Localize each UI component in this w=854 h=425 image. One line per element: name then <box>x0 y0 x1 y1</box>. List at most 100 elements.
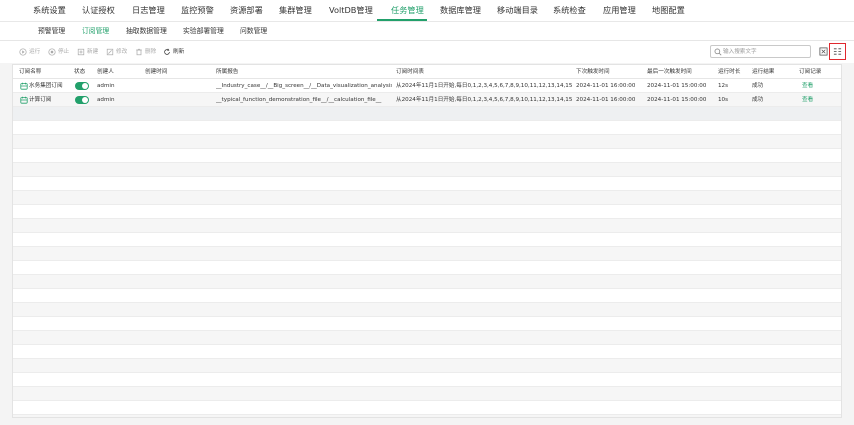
status-toggle[interactable] <box>75 82 89 90</box>
table-row[interactable]: 计算订阅 admin __typical_function_demonstrat… <box>13 93 841 107</box>
col-header-status[interactable]: 状态 <box>74 65 85 79</box>
row-last-trigger: 2024-11-01 15:00:00 <box>647 97 707 103</box>
row-record-link[interactable]: 查看 <box>802 79 813 93</box>
empty-row <box>13 233 841 247</box>
empty-row <box>13 177 841 191</box>
column-settings-icon <box>833 48 842 55</box>
refresh-icon <box>164 48 170 55</box>
refresh-button[interactable]: 刷新 <box>163 46 184 58</box>
col-header-name[interactable]: 订阅名称 <box>19 65 41 79</box>
empty-row <box>13 401 841 415</box>
edit-button[interactable]: 修改 <box>106 46 127 58</box>
top-nav-item-auth[interactable]: 认证授权 <box>82 0 115 22</box>
top-nav-item-logs[interactable]: 日志管理 <box>132 0 165 22</box>
top-nav-item-mobile[interactable]: 移动端目录 <box>497 0 538 22</box>
row-creator: admin <box>97 97 115 103</box>
row-creator: admin <box>97 83 115 89</box>
row-record-link[interactable]: 查看 <box>802 93 813 107</box>
row-last-trigger: 2024-11-01 15:00:00 <box>647 83 707 89</box>
search-icon <box>714 48 722 56</box>
subscription-icon <box>20 82 28 90</box>
empty-row <box>13 219 841 233</box>
empty-row <box>13 191 841 205</box>
delete-button[interactable]: 删除 <box>135 46 156 58</box>
empty-row <box>13 331 841 345</box>
refresh-label: 刷新 <box>173 49 185 55</box>
search-input[interactable] <box>723 46 809 57</box>
empty-row <box>13 121 841 135</box>
row-result: 成功 <box>752 83 764 89</box>
row-schedule: 从2024年11月1日开始,每日0,1,2,3,4,5,6,7,8,9,10,1… <box>396 83 572 89</box>
new-button[interactable]: 新建 <box>77 46 98 58</box>
row-next-trigger: 2024-11-01 16:00:00 <box>576 83 636 89</box>
edit-icon <box>106 48 114 56</box>
top-nav-item-database[interactable]: 数据库管理 <box>440 0 481 22</box>
top-nav-item-cluster[interactable]: 集群管理 <box>279 0 312 22</box>
empty-row <box>13 387 841 401</box>
col-header-record[interactable]: 订阅记录 <box>799 65 821 79</box>
row-report: __Industry_case__/__Big_screen__/__Data_… <box>216 83 392 89</box>
stop-icon <box>48 48 56 56</box>
top-nav-item-apps[interactable]: 应用管理 <box>603 0 636 22</box>
col-header-next-trigger[interactable]: 下次触发时间 <box>576 65 610 79</box>
sub-nav-item-subscriptions[interactable]: 订阅管理 <box>82 22 109 41</box>
top-nav-item-system-settings[interactable]: 系统设置 <box>33 0 66 22</box>
empty-row <box>13 163 841 177</box>
col-header-report[interactable]: 所属报告 <box>216 65 238 79</box>
subscription-icon <box>20 96 28 104</box>
row-name: 计算订阅 <box>29 97 52 103</box>
top-nav: 系统设置 认证授权 日志管理 监控预警 资源部署 集群管理 VoltDB管理 任… <box>0 0 854 22</box>
row-duration: 12s <box>718 83 729 89</box>
sub-nav-item-questions[interactable]: 问数管理 <box>240 22 267 41</box>
new-label: 新建 <box>87 49 99 55</box>
col-header-created[interactable]: 创建时间 <box>145 65 167 79</box>
sub-nav-item-extract[interactable]: 抽取数据管理 <box>126 22 167 41</box>
empty-row <box>13 345 841 359</box>
col-header-last-trigger[interactable]: 最后一次触发时间 <box>647 65 692 79</box>
row-report: __typical_function_demonstration_file__/… <box>216 97 382 103</box>
sub-nav-item-alerts[interactable]: 预警管理 <box>38 22 65 41</box>
row-result: 成功 <box>752 97 764 103</box>
edit-label: 修改 <box>116 49 128 55</box>
empty-row <box>13 149 841 163</box>
empty-row <box>13 247 841 261</box>
sub-nav: 预警管理 订阅管理 抽取数据管理 实验部署管理 问数管理 <box>0 22 854 41</box>
run-icon <box>19 48 27 56</box>
export-icon <box>818 47 828 56</box>
col-header-result[interactable]: 运行结果 <box>752 65 774 79</box>
top-nav-item-resources[interactable]: 资源部署 <box>230 0 263 22</box>
column-settings-button[interactable] <box>829 43 846 60</box>
row-duration: 10s <box>718 97 729 103</box>
top-nav-item-voltdb[interactable]: VoltDB管理 <box>329 0 373 22</box>
empty-row <box>13 135 841 149</box>
subscription-table: 订阅名称 状态 创建人 创建时间 所属报告 订阅时间表 下次触发时间 最后一次触… <box>12 64 842 418</box>
sub-nav-item-experiments[interactable]: 实验部署管理 <box>183 22 224 41</box>
row-next-trigger: 2024-11-01 16:00:00 <box>576 97 636 103</box>
top-nav-item-map[interactable]: 地图配置 <box>652 0 685 22</box>
status-toggle[interactable] <box>75 96 89 104</box>
empty-row <box>13 289 841 303</box>
col-header-duration[interactable]: 运行时长 <box>718 65 740 79</box>
delete-icon <box>136 48 142 56</box>
col-header-schedule[interactable]: 订阅时间表 <box>396 65 424 79</box>
empty-row <box>13 317 841 331</box>
table-row[interactable]: 水务集团订阅 admin __Industry_case__/__Big_scr… <box>13 79 841 93</box>
top-nav-item-monitoring[interactable]: 监控预警 <box>181 0 214 22</box>
active-tab-indicator <box>377 19 427 21</box>
empty-row <box>13 261 841 275</box>
delete-label: 删除 <box>145 49 157 55</box>
stop-button[interactable]: 停止 <box>48 46 69 58</box>
empty-row <box>13 373 841 387</box>
col-header-creator[interactable]: 创建人 <box>97 65 114 79</box>
table-header: 订阅名称 状态 创建人 创建时间 所属报告 订阅时间表 下次触发时间 最后一次触… <box>13 65 841 79</box>
stop-label: 停止 <box>58 49 70 55</box>
new-icon <box>77 48 85 56</box>
empty-row <box>13 107 841 121</box>
row-name: 水务集团订阅 <box>29 83 63 89</box>
run-button[interactable]: 运行 <box>19 46 40 58</box>
row-schedule: 从2024年11月1日开始,每日0,1,2,3,4,5,6,7,8,9,10,1… <box>396 97 572 103</box>
top-nav-item-system-check[interactable]: 系统检查 <box>553 0 586 22</box>
empty-row <box>13 275 841 289</box>
empty-row <box>13 359 841 373</box>
search-box[interactable] <box>710 45 811 58</box>
